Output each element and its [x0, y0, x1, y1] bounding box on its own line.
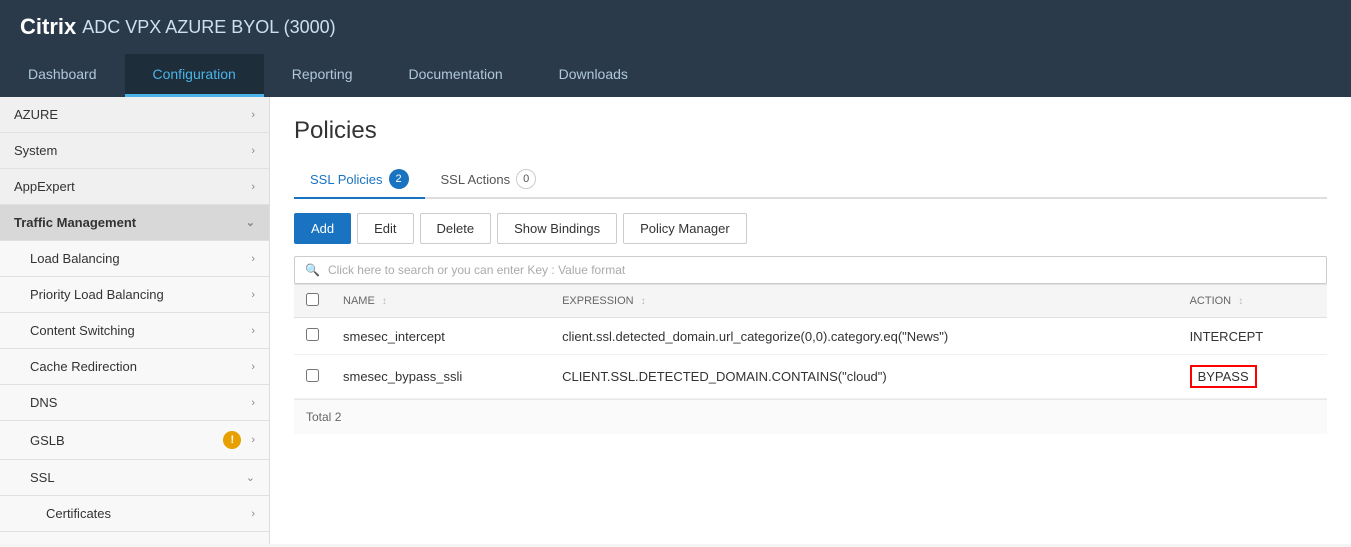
sort-name-icon[interactable]: ↕	[382, 296, 387, 307]
chevron-right-icon: ›	[251, 109, 255, 121]
sidebar-item-ssl-files[interactable]: SSL Files	[0, 532, 269, 544]
col-name: NAME ↕	[331, 285, 550, 318]
tab-documentation[interactable]: Documentation	[380, 54, 530, 97]
col-checkbox	[294, 285, 331, 318]
sidebar-item-label: Priority Load Balancing	[30, 287, 164, 302]
sidebar-item-label: Traffic Management	[14, 215, 136, 230]
table-row: smesec_intercept client.ssl.detected_dom…	[294, 318, 1327, 355]
sidebar-item-azure[interactable]: AZURE ›	[0, 97, 269, 133]
sidebar-item-load-balancing[interactable]: Load Balancing ›	[0, 241, 269, 277]
sidebar-item-label: SSL Files	[46, 542, 101, 544]
chevron-right-icon: ›	[251, 397, 255, 409]
sidebar-item-label: GSLB	[30, 433, 65, 448]
sidebar-item-priority-load-balancing[interactable]: Priority Load Balancing ›	[0, 277, 269, 313]
sidebar: AZURE › System › AppExpert › Traffic Man…	[0, 97, 270, 544]
chevron-right-icon: ›	[251, 508, 255, 520]
sidebar-item-gslb[interactable]: GSLB ! ›	[0, 421, 269, 460]
col-action: ACTION ↕	[1178, 285, 1327, 318]
tab-configuration[interactable]: Configuration	[125, 54, 264, 97]
table-row: smesec_bypass_ssli CLIENT.SSL.DETECTED_D…	[294, 355, 1327, 399]
sidebar-item-system[interactable]: System ›	[0, 133, 269, 169]
sidebar-item-dns[interactable]: DNS ›	[0, 385, 269, 421]
app-title-citrix: Citrix	[20, 14, 76, 40]
action-bypass-badge: BYPASS	[1190, 365, 1257, 388]
sidebar-item-label: SSL	[30, 470, 55, 485]
tab-reporting[interactable]: Reporting	[264, 54, 381, 97]
nav-tabs: Dashboard Configuration Reporting Docume…	[0, 54, 1351, 97]
page-title: Policies	[294, 117, 1327, 145]
ssl-actions-label: SSL Actions	[441, 172, 511, 187]
sidebar-item-appexpert[interactable]: AppExpert ›	[0, 169, 269, 205]
content-area: Policies SSL Policies 2 SSL Actions 0 Ad…	[270, 97, 1351, 544]
sidebar-item-label: Cache Redirection	[30, 359, 137, 374]
row-checkbox[interactable]	[306, 369, 319, 382]
chevron-right-icon: ›	[251, 181, 255, 193]
ssl-policies-badge: 2	[389, 169, 409, 189]
toolbar: Add Edit Delete Show Bindings Policy Man…	[294, 213, 1327, 244]
add-button[interactable]: Add	[294, 213, 351, 244]
warning-badge: !	[223, 431, 241, 449]
row-checkbox-cell	[294, 318, 331, 355]
row-checkbox-cell	[294, 355, 331, 399]
edit-button[interactable]: Edit	[357, 213, 413, 244]
sidebar-item-traffic-management[interactable]: Traffic Management ⌄	[0, 205, 269, 241]
search-icon: 🔍	[305, 263, 320, 277]
sidebar-item-label: System	[14, 143, 57, 158]
chevron-right-icon: ›	[251, 361, 255, 373]
sidebar-item-label: DNS	[30, 395, 57, 410]
main-layout: AZURE › System › AppExpert › Traffic Man…	[0, 97, 1351, 544]
sidebar-item-label: AZURE	[14, 107, 58, 122]
row-name: smesec_bypass_ssli	[331, 355, 550, 399]
ssl-policies-label: SSL Policies	[310, 172, 383, 187]
row-expression: CLIENT.SSL.DETECTED_DOMAIN.CONTAINS("clo…	[550, 355, 1177, 399]
table-footer: Total 2	[294, 399, 1327, 434]
tab-ssl-actions[interactable]: SSL Actions 0	[425, 161, 553, 199]
row-action: BYPASS	[1178, 355, 1327, 399]
tab-dashboard[interactable]: Dashboard	[0, 54, 125, 97]
tab-ssl-policies[interactable]: SSL Policies 2	[294, 161, 425, 199]
show-bindings-button[interactable]: Show Bindings	[497, 213, 617, 244]
policy-manager-button[interactable]: Policy Manager	[623, 213, 747, 244]
row-checkbox[interactable]	[306, 328, 319, 341]
chevron-right-icon: ›	[251, 145, 255, 157]
chevron-right-icon: ›	[251, 289, 255, 301]
row-expression: client.ssl.detected_domain.url_categoriz…	[550, 318, 1177, 355]
chevron-down-icon: ⌄	[246, 471, 255, 484]
total-label: Total	[306, 410, 335, 424]
total-count: 2	[335, 410, 342, 424]
chevron-down-icon: ⌄	[246, 216, 255, 229]
app-title-rest: ADC VPX AZURE BYOL (3000)	[82, 17, 335, 38]
sidebar-item-content-switching[interactable]: Content Switching ›	[0, 313, 269, 349]
ssl-actions-badge: 0	[516, 169, 536, 189]
delete-button[interactable]: Delete	[420, 213, 492, 244]
app-header: Citrix ADC VPX AZURE BYOL (3000)	[0, 0, 1351, 54]
sidebar-item-label: Certificates	[46, 506, 111, 521]
sidebar-item-label: Content Switching	[30, 323, 135, 338]
col-expression: EXPRESSION ↕	[550, 285, 1177, 318]
search-bar[interactable]: 🔍 Click here to search or you can enter …	[294, 256, 1327, 284]
chevron-right-icon: ›	[251, 325, 255, 337]
search-placeholder: Click here to search or you can enter Ke…	[328, 263, 625, 277]
sidebar-item-label: Load Balancing	[30, 251, 120, 266]
sort-expression-icon[interactable]: ↕	[641, 296, 646, 307]
chevron-right-icon: ›	[251, 434, 255, 446]
sidebar-item-certificates[interactable]: Certificates ›	[0, 496, 269, 532]
row-action: INTERCEPT	[1178, 318, 1327, 355]
sidebar-item-label: AppExpert	[14, 179, 75, 194]
sort-action-icon[interactable]: ↕	[1238, 296, 1243, 307]
tab-downloads[interactable]: Downloads	[531, 54, 656, 97]
row-name: smesec_intercept	[331, 318, 550, 355]
select-all-checkbox[interactable]	[306, 293, 319, 306]
sidebar-item-ssl[interactable]: SSL ⌄	[0, 460, 269, 496]
sidebar-item-cache-redirection[interactable]: Cache Redirection ›	[0, 349, 269, 385]
sub-tabs: SSL Policies 2 SSL Actions 0	[294, 161, 1327, 199]
policies-table: NAME ↕ EXPRESSION ↕ ACTION ↕ smesec_inte…	[294, 284, 1327, 399]
chevron-right-icon: ›	[251, 253, 255, 265]
